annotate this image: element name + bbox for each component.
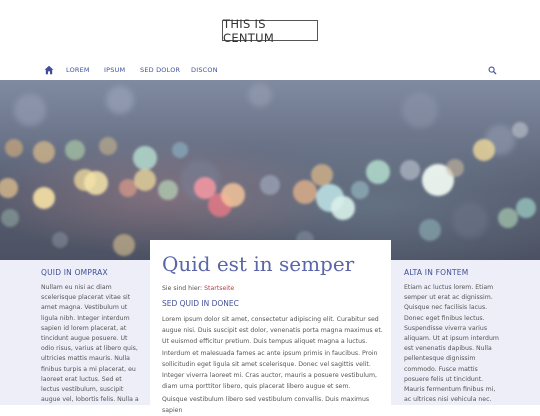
right-column-text: Etiam ac luctus lorem. Etiam semper ut e… — [404, 284, 499, 404]
content-paragraph: Lorem ipsum dolor sit amet, consectetur … — [162, 316, 383, 391]
bokeh-lights — [0, 83, 536, 256]
content-subheading: SED QUID IN DONEC — [162, 299, 239, 308]
hero-image — [0, 80, 540, 260]
breadcrumb-link-home[interactable]: Startseite — [204, 285, 234, 292]
site-logo[interactable]: THIS IS CENTUM — [222, 17, 318, 45]
home-icon[interactable] — [44, 65, 54, 75]
main-content-card: Quid est in semper Sie sind hier: Starts… — [150, 240, 391, 414]
breadcrumb: Sie sind hier: Startseite — [162, 285, 234, 292]
main-nav: LOREM IPSUM SED DOLOR DISCON — [0, 62, 540, 80]
search-icon[interactable] — [488, 66, 497, 75]
content-paragraph: Quisque vestibulum libero sed vestibulum… — [162, 396, 370, 415]
right-column: ALTA IN FONTEM Etiam ac luctus lorem. Et… — [404, 268, 504, 405]
right-column-heading: ALTA IN FONTEM — [404, 268, 469, 277]
left-column-heading: QUID IN OMPRAX — [41, 268, 108, 277]
left-column: QUID IN OMPRAX Nullam eu nisi ac diam sc… — [41, 268, 139, 405]
page-title: Quid est in semper — [162, 252, 355, 276]
nav-item-sed-dolor[interactable]: SED DOLOR — [140, 66, 180, 74]
nav-item-ipsum[interactable]: IPSUM — [104, 66, 125, 74]
left-column-text: Nullam eu nisi ac diam scelerisque place… — [41, 284, 139, 404]
nav-item-lorem[interactable]: LOREM — [66, 66, 90, 74]
nav-item-discon[interactable]: DISCON — [191, 66, 218, 74]
breadcrumb-prefix: Sie sind hier: — [162, 285, 203, 292]
